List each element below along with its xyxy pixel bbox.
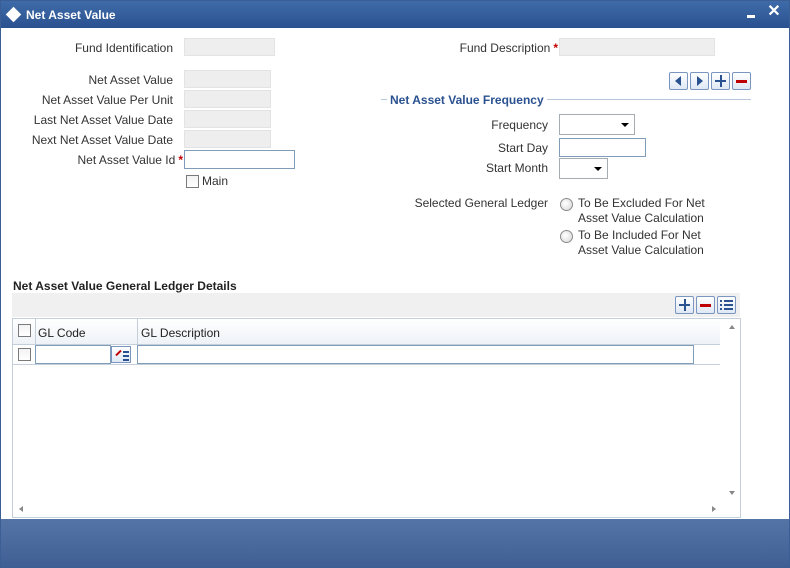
nav-id-required-mark: * — [178, 153, 183, 167]
window-title: Net Asset Value — [26, 8, 116, 22]
exclude-for-nav-label-line1: To Be Excluded For Net — [578, 196, 705, 210]
include-for-nav-label-line1: To Be Included For Net — [578, 228, 701, 242]
fund-description-label: Fund Description — [459, 41, 551, 55]
column-separator — [137, 319, 138, 345]
fund-description-field[interactable] — [559, 38, 715, 56]
nav-id-label-wrap: Net Asset Value Id * — [21, 153, 183, 167]
column-separator — [35, 319, 36, 345]
fund-identification-label: Fund Identification — [74, 41, 173, 55]
arrow-left-icon — [675, 76, 681, 86]
fund-identification-field[interactable] — [184, 38, 275, 56]
previous-record-button[interactable] — [669, 72, 688, 90]
include-for-nav-label-line2: Asset Value Calculation — [578, 243, 704, 257]
minimize-button[interactable] — [745, 6, 759, 22]
next-nav-date-field[interactable] — [184, 130, 271, 148]
gl-details-grid: GL Code GL Description — [12, 318, 741, 518]
next-record-button[interactable] — [690, 72, 709, 90]
start-month-select[interactable] — [559, 158, 608, 179]
vertical-scrollbar[interactable] — [725, 319, 740, 501]
net-asset-value-window: Net Asset Value ✕ Fund Identification Ne… — [0, 0, 790, 568]
start-day-label: Start Day — [497, 141, 548, 155]
footer-bar — [1, 519, 789, 567]
nav-id-input[interactable] — [184, 150, 295, 169]
delete-record-button[interactable] — [732, 72, 751, 90]
add-row-button[interactable] — [675, 296, 694, 314]
main-checkbox[interactable] — [186, 175, 199, 188]
add-record-button[interactable] — [711, 72, 730, 90]
gl-description-column-header: GL Description — [141, 326, 220, 340]
last-nav-date-field[interactable] — [184, 110, 271, 128]
arrow-right-icon — [697, 76, 703, 86]
start-month-label: Start Month — [485, 161, 548, 175]
nav-per-unit-label: Net Asset Value Per Unit — [41, 93, 173, 107]
frequency-label: Frequency — [491, 118, 548, 132]
scroll-left-icon — [19, 506, 23, 512]
net-asset-value-field[interactable] — [184, 70, 271, 88]
frequency-section-title: Net Asset Value Frequency — [387, 93, 547, 107]
nav-per-unit-field[interactable] — [184, 90, 271, 108]
chevron-down-icon — [621, 123, 629, 127]
title-bar: Net Asset Value ✕ — [1, 1, 789, 28]
fund-description-label-wrap: Fund Description * — [401, 41, 558, 55]
table-row — [13, 345, 720, 365]
gl-code-lookup-button[interactable] — [111, 346, 131, 363]
single-view-button[interactable] — [717, 296, 736, 314]
scroll-down-icon — [729, 491, 735, 495]
window-diamond-icon — [5, 6, 22, 23]
horizontal-scrollbar[interactable] — [13, 501, 725, 517]
row-select-checkbox[interactable] — [18, 348, 31, 361]
select-all-checkbox[interactable] — [18, 324, 31, 337]
scroll-right-icon — [712, 506, 716, 512]
exclude-for-nav-label-line2: Asset Value Calculation — [578, 211, 704, 225]
fund-description-required-mark: * — [553, 41, 558, 55]
gl-description-input[interactable] — [137, 345, 694, 364]
start-day-input[interactable] — [559, 138, 646, 157]
lookup-arrow-icon — [115, 349, 122, 357]
exclude-for-nav-radio[interactable] — [560, 198, 573, 211]
gl-code-column-header: GL Code — [38, 326, 86, 340]
next-nav-date-label: Next Net Asset Value Date — [31, 133, 173, 147]
scroll-up-icon — [729, 325, 735, 329]
gl-code-input[interactable] — [35, 345, 111, 364]
selected-general-ledger-label: Selected General Ledger — [414, 196, 548, 210]
net-asset-value-label: Net Asset Value — [88, 73, 174, 87]
main-checkbox-label: Main — [202, 174, 229, 188]
delete-row-button[interactable] — [696, 296, 715, 314]
grid-header: GL Code GL Description — [13, 319, 720, 345]
gl-details-title: Net Asset Value General Ledger Details — [13, 279, 237, 293]
gl-grid-toolbar — [12, 293, 740, 317]
chevron-down-icon — [594, 167, 602, 171]
last-nav-date-label: Last Net Asset Value Date — [33, 113, 173, 127]
close-button[interactable]: ✕ — [766, 3, 782, 21]
nav-id-label: Net Asset Value Id — [77, 153, 176, 167]
include-for-nav-radio[interactable] — [560, 230, 573, 243]
frequency-select[interactable] — [559, 114, 635, 135]
